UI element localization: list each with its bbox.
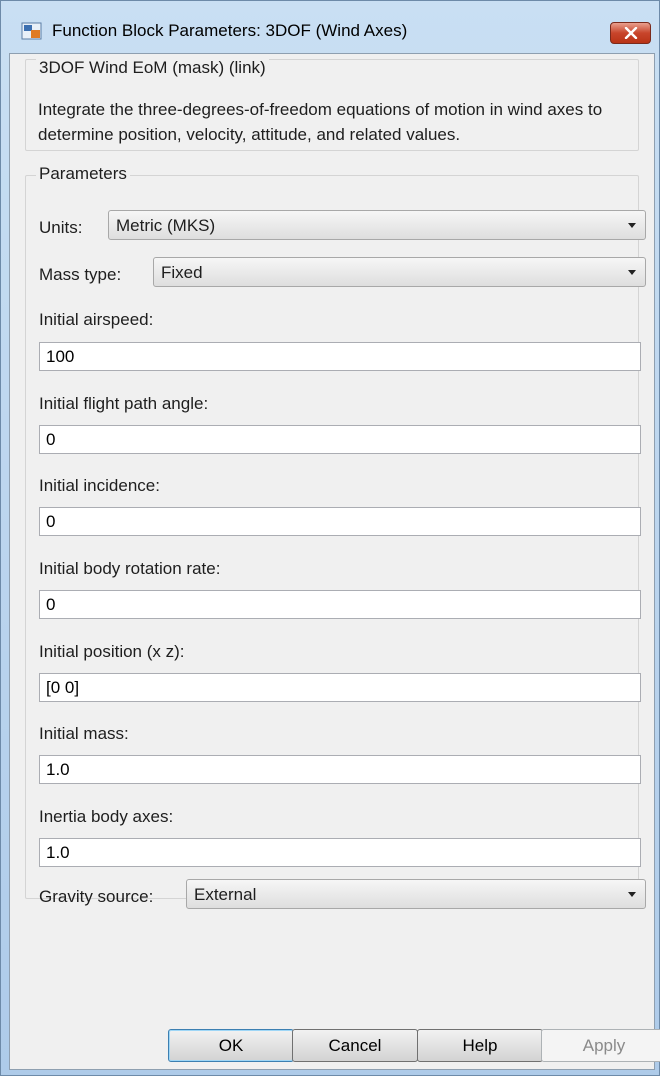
- initial-mass-label: Initial mass:: [39, 724, 129, 743]
- initial-body-rotation-rate-label: Initial body rotation rate:: [39, 559, 221, 578]
- gravity-source-value: External: [194, 885, 257, 904]
- dialog-window: Function Block Parameters: 3DOF (Wind Ax…: [0, 0, 660, 1076]
- gravity-source-label: Gravity source:: [39, 887, 154, 906]
- initial-position-input[interactable]: [46, 678, 626, 698]
- cancel-button[interactable]: Cancel: [292, 1029, 418, 1062]
- initial-mass-input[interactable]: [46, 760, 626, 780]
- help-button[interactable]: Help: [417, 1029, 543, 1062]
- parameters-group: Parameters Units: Metric (MKS) Mass type…: [25, 164, 646, 909]
- initial-airspeed-label: Initial airspeed:: [39, 310, 154, 329]
- mass-type-label: Mass type:: [39, 265, 122, 284]
- parameters-legend: Parameters: [36, 164, 130, 184]
- apply-button[interactable]: Apply: [541, 1029, 660, 1062]
- block-description: Integrate the three-degrees-of-freedom e…: [38, 100, 603, 144]
- close-button[interactable]: [610, 22, 651, 44]
- initial-flight-path-angle-label: Initial flight path angle:: [39, 394, 209, 413]
- dialog-client-area: 3DOF Wind EoM (mask) (link) Integrate th…: [9, 53, 655, 1070]
- initial-position-field[interactable]: [39, 673, 641, 702]
- mass-type-value: Fixed: [161, 263, 203, 282]
- inertia-body-axes-label: Inertia body axes:: [39, 807, 174, 826]
- initial-flight-path-angle-field[interactable]: [39, 425, 641, 454]
- window-title: Function Block Parameters: 3DOF (Wind Ax…: [52, 21, 408, 40]
- initial-mass-field[interactable]: [39, 755, 641, 784]
- gravity-source-dropdown[interactable]: External: [186, 879, 646, 909]
- units-value: Metric (MKS): [116, 216, 216, 235]
- block-type-legend: 3DOF Wind EoM (mask) (link): [36, 58, 269, 78]
- initial-flight-path-angle-input[interactable]: [46, 430, 626, 450]
- title-bar[interactable]: Function Block Parameters: 3DOF (Wind Ax…: [1, 1, 659, 53]
- chevron-down-icon: [628, 270, 636, 275]
- initial-incidence-field[interactable]: [39, 507, 641, 536]
- close-icon: [624, 27, 637, 39]
- initial-body-rotation-rate-field[interactable]: [39, 590, 641, 619]
- mass-type-dropdown[interactable]: Fixed: [153, 257, 646, 287]
- simulink-block-icon: [21, 22, 42, 40]
- initial-position-label: Initial position (x z):: [39, 642, 185, 661]
- initial-airspeed-field[interactable]: [39, 342, 641, 371]
- chevron-down-icon: [628, 223, 636, 228]
- initial-body-rotation-rate-input[interactable]: [46, 595, 626, 615]
- inertia-body-axes-input[interactable]: [46, 843, 626, 863]
- ok-button[interactable]: OK: [168, 1029, 294, 1062]
- initial-airspeed-input[interactable]: [46, 347, 626, 367]
- block-description-group: 3DOF Wind EoM (mask) (link) Integrate th…: [25, 58, 639, 151]
- units-label: Units:: [39, 218, 83, 237]
- initial-incidence-label: Initial incidence:: [39, 476, 160, 495]
- inertia-body-axes-field[interactable]: [39, 838, 641, 867]
- chevron-down-icon: [628, 892, 636, 897]
- units-dropdown[interactable]: Metric (MKS): [108, 210, 646, 240]
- initial-incidence-input[interactable]: [46, 512, 626, 532]
